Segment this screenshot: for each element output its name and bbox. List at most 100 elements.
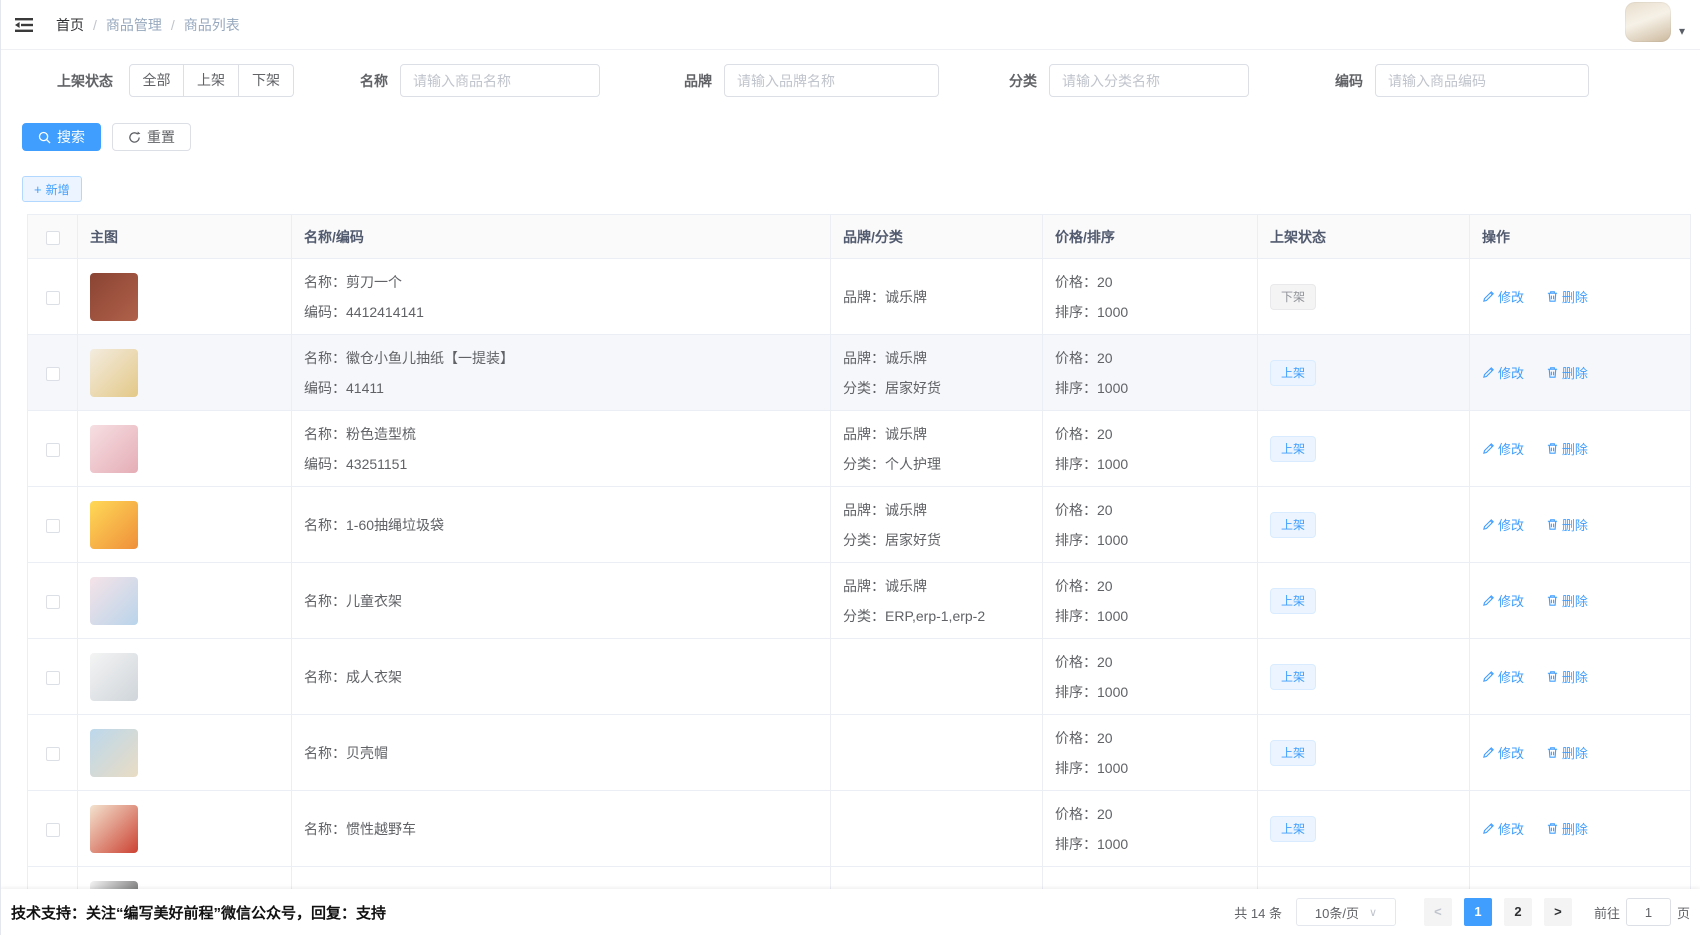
page-left-divider (0, 0, 1, 935)
product-brand: 品牌：诚乐牌 (843, 282, 1030, 312)
row-checkbox[interactable] (46, 519, 60, 533)
next-page-button[interactable]: > (1544, 898, 1572, 926)
breadcrumb-product-list: 商品列表 (184, 15, 240, 35)
edit-icon (1482, 442, 1495, 455)
product-image (90, 577, 138, 625)
delete-link[interactable]: 删除 (1546, 515, 1588, 534)
product-code: 编码：43251151 (304, 449, 818, 479)
status-tag: 上架 (1270, 436, 1316, 462)
status-tag: 下架 (1270, 284, 1316, 310)
breadcrumb-separator: / (93, 17, 97, 33)
column-header-operations: 操作 (1470, 215, 1691, 259)
trash-icon (1546, 366, 1559, 379)
delete-link[interactable]: 删除 (1546, 363, 1588, 382)
row-checkbox[interactable] (46, 595, 60, 609)
product-image (90, 501, 138, 549)
column-header-status: 上架状态 (1258, 215, 1470, 259)
product-price: 价格：20 (1055, 723, 1245, 753)
product-price: 价格：20 (1055, 647, 1245, 677)
footer-bar: 技术支持：关注“编写美好前程”微信公众号，回复：支持 共 14 条 10条/页 … (0, 889, 1700, 935)
reset-button[interactable]: 重置 (112, 123, 191, 151)
prev-page-button[interactable]: < (1424, 898, 1452, 926)
product-sort: 排序：1000 (1055, 829, 1245, 859)
product-brand: 品牌：诚乐牌 (843, 419, 1030, 449)
delete-link[interactable]: 删除 (1546, 591, 1588, 610)
delete-link[interactable]: 删除 (1546, 743, 1588, 762)
row-checkbox[interactable] (46, 291, 60, 305)
caret-down-icon[interactable]: ▾ (1679, 24, 1685, 38)
column-header-image: 主图 (78, 215, 292, 259)
refresh-icon (128, 131, 141, 144)
trash-icon (1546, 518, 1559, 531)
user-area: ▾ (1625, 2, 1685, 42)
edit-icon (1482, 518, 1495, 531)
edit-link[interactable]: 修改 (1482, 743, 1524, 762)
page-button-2[interactable]: 2 (1504, 898, 1532, 926)
total-count: 共 14 条 (1234, 903, 1282, 922)
goto-page-input[interactable] (1626, 898, 1671, 926)
breadcrumb-separator: / (171, 17, 175, 33)
status-radio-group: 全部 上架 下架 (129, 64, 294, 97)
product-list-page: 首页 / 商品管理 / 商品列表 ▾ 上架状态 全部 上架 下架 名称 品牌 分… (0, 0, 1700, 935)
table-row: 名称：贝壳帽 编码： 品牌： 分类： 价格：20 排序：1000 上架 修改 删… (28, 715, 1691, 791)
category-filter-input[interactable] (1049, 64, 1249, 97)
page-button-1[interactable]: 1 (1464, 898, 1492, 926)
delete-link[interactable]: 删除 (1546, 819, 1588, 838)
code-filter-input[interactable] (1375, 64, 1589, 97)
status-tag: 上架 (1270, 588, 1316, 614)
status-tag: 上架 (1270, 816, 1316, 842)
product-name: 名称：1-60抽绳垃圾袋 (304, 510, 818, 540)
action-bar: 搜索 重置 (0, 123, 1700, 151)
edit-link[interactable]: 修改 (1482, 439, 1524, 458)
edit-icon (1482, 822, 1495, 835)
name-filter-label: 名称 (360, 71, 388, 91)
edit-icon (1482, 290, 1495, 303)
status-option-on[interactable]: 上架 (184, 64, 239, 97)
product-category: 分类：个人护理 (843, 449, 1030, 479)
trash-icon (1546, 594, 1559, 607)
row-checkbox[interactable] (46, 367, 60, 381)
row-checkbox[interactable] (46, 671, 60, 685)
filter-bar: 上架状态 全部 上架 下架 名称 品牌 分类 编码 (0, 64, 1700, 97)
product-image (90, 273, 138, 321)
status-option-off[interactable]: 下架 (239, 64, 294, 97)
row-checkbox[interactable] (46, 443, 60, 457)
delete-link[interactable]: 删除 (1546, 439, 1588, 458)
hamburger-icon[interactable] (14, 15, 34, 35)
edit-link[interactable]: 修改 (1482, 515, 1524, 534)
table-row: 名称：1-60抽绳垃圾袋 编码： 品牌：诚乐牌 分类：居家好货 价格：20 排序… (28, 487, 1691, 563)
product-category: 分类：居家好货 (843, 373, 1030, 403)
page-size-select[interactable]: 10条/页 ∨ (1296, 898, 1396, 926)
name-filter-input[interactable] (400, 64, 600, 97)
edit-link[interactable]: 修改 (1482, 667, 1524, 686)
delete-link[interactable]: 删除 (1546, 287, 1588, 306)
search-icon (38, 131, 51, 144)
user-avatar[interactable] (1625, 2, 1671, 42)
row-checkbox[interactable] (46, 747, 60, 761)
brand-filter-input[interactable] (724, 64, 939, 97)
product-sort: 排序：1000 (1055, 677, 1245, 707)
product-sort: 排序：1000 (1055, 373, 1245, 403)
product-sort: 排序：1000 (1055, 449, 1245, 479)
product-name: 名称：剪刀一个 (304, 267, 818, 297)
edit-link[interactable]: 修改 (1482, 363, 1524, 382)
delete-link[interactable]: 删除 (1546, 667, 1588, 686)
edit-icon (1482, 670, 1495, 683)
select-all-checkbox[interactable] (46, 231, 60, 245)
search-button[interactable]: 搜索 (22, 123, 101, 151)
edit-link[interactable]: 修改 (1482, 287, 1524, 306)
trash-icon (1546, 442, 1559, 455)
status-option-all[interactable]: 全部 (129, 64, 184, 97)
edit-link[interactable]: 修改 (1482, 591, 1524, 610)
topbar: 首页 / 商品管理 / 商品列表 ▾ (0, 0, 1700, 50)
breadcrumb-home[interactable]: 首页 (56, 15, 84, 35)
edit-link[interactable]: 修改 (1482, 819, 1524, 838)
status-tag: 上架 (1270, 360, 1316, 386)
add-button[interactable]: + 新增 (22, 176, 82, 202)
product-image (90, 425, 138, 473)
product-name: 名称：徽仓小鱼儿抽纸【一提装】 (304, 343, 818, 373)
row-checkbox[interactable] (46, 823, 60, 837)
table-row: 名称：剪刀一个 编码：4412414141 品牌：诚乐牌 分类： 价格：20 排… (28, 259, 1691, 335)
table-row: 名称：成人衣架 编码： 品牌： 分类： 价格：20 排序：1000 上架 修改 … (28, 639, 1691, 715)
status-tag: 上架 (1270, 740, 1316, 766)
